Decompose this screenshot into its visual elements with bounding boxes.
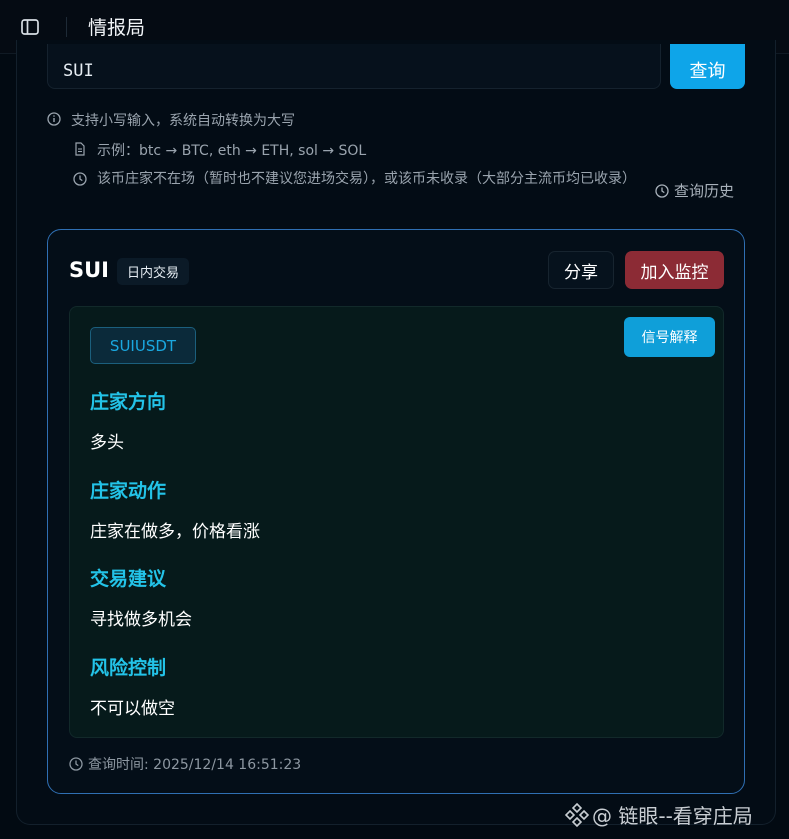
watermark-text: @ 链眼--看穿庄局 <box>592 804 753 828</box>
symbol-search-input[interactable] <box>47 44 661 89</box>
section-title-direction: 庄家方向 <box>90 391 167 413</box>
hint-example-text: 示例：btc → BTC, eth → ETH, sol → SOL <box>97 143 367 159</box>
topbar-divider <box>66 16 67 37</box>
document-icon <box>73 142 87 156</box>
hint-absent: 该币庄家不在场（暂时也不建议您进场交易），或该币未收录（大部分主流币均已收录） <box>73 170 643 189</box>
add-monitor-button[interactable]: 加入监控 <box>625 251 724 289</box>
clock-icon <box>73 172 87 186</box>
section-value-direction: 多头 <box>90 433 124 453</box>
info-icon <box>47 112 61 126</box>
section-title-action: 庄家动作 <box>90 480 167 502</box>
section-value-action: 庄家在做多，价格看涨 <box>90 522 260 542</box>
trading-pair-tag: SUIUSDT <box>90 327 196 364</box>
hint-absent-text: 该币庄家不在场（暂时也不建议您进场交易），或该币未收录（大部分主流币均已收录） <box>97 171 636 187</box>
signal-panel: SUIUSDT 信号解释 庄家方向 多头 庄家动作 庄家在做多，价格看涨 交易建… <box>69 306 724 738</box>
query-history-link[interactable]: 查询历史 <box>655 180 734 201</box>
signal-explain-button[interactable]: 信号解释 <box>624 317 715 357</box>
time-clock-icon <box>69 757 83 771</box>
hint-lowercase-text: 支持小写输入，系统自动转换为大写 <box>71 113 295 129</box>
watermark: @ 链眼--看穿庄局 <box>564 800 753 829</box>
hint-lowercase: 支持小写输入，系统自动转换为大写 <box>47 110 295 130</box>
result-card: SUI 日内交易 分享 加入监控 SUIUSDT 信号解释 庄家方向 多头 庄家… <box>47 229 745 794</box>
sidebar-toggle-icon[interactable] <box>20 18 40 36</box>
query-history-label: 查询历史 <box>674 182 735 200</box>
history-clock-icon <box>655 183 669 198</box>
trade-mode-badge: 日内交易 <box>117 258 190 285</box>
section-value-advice: 寻找做多机会 <box>90 610 192 630</box>
symbol-title: SUI <box>69 258 109 282</box>
hint-example: 示例：btc → BTC, eth → ETH, sol → SOL <box>73 140 366 160</box>
section-title-advice: 交易建议 <box>90 568 167 590</box>
section-title-risk: 风险控制 <box>90 657 167 679</box>
search-button[interactable]: 查询 <box>670 44 745 89</box>
section-value-risk: 不可以做空 <box>90 699 175 719</box>
query-time-text: 查询时间: 2025/12/14 16:51:23 <box>88 757 302 773</box>
app-title: 情报局 <box>88 17 146 39</box>
diamond-logo-icon <box>564 802 590 828</box>
query-time: 查询时间: 2025/12/14 16:51:23 <box>69 754 301 774</box>
share-button[interactable]: 分享 <box>548 251 614 289</box>
